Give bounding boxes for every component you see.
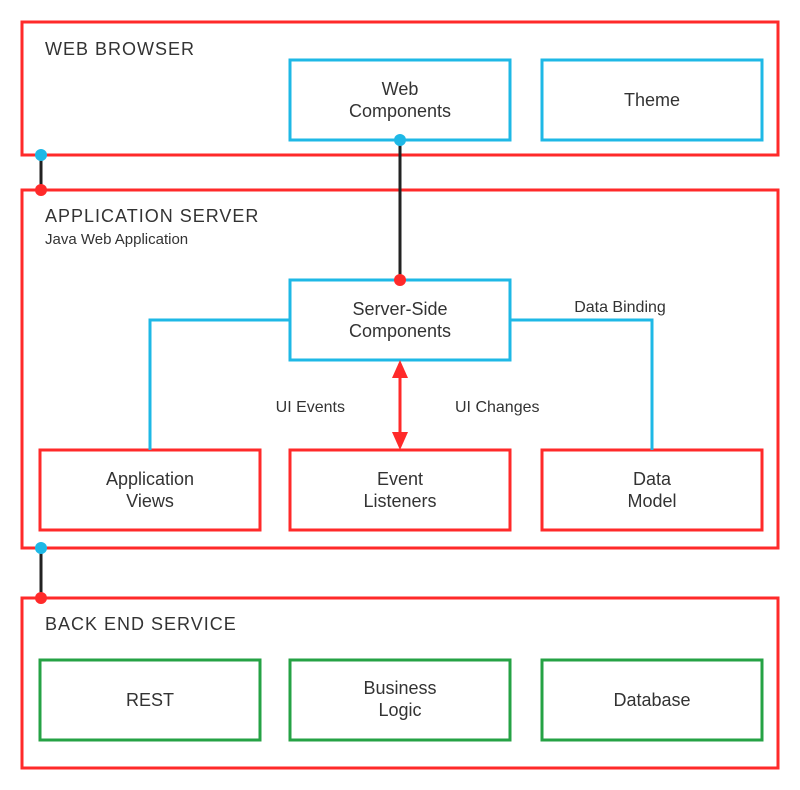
box-rest-label: REST (126, 690, 174, 710)
connector-ssc-to-datamodel (510, 320, 652, 450)
arrowhead-down-icon (392, 432, 408, 450)
box-database-label: Database (613, 690, 690, 710)
box-server-side-components-label-l1: Server-Side (352, 299, 447, 319)
box-data-model (542, 450, 762, 530)
box-web-components-label-l1: Web (382, 79, 419, 99)
edge-label-ui-events: UI Events (276, 399, 345, 416)
box-server-side-components-label-l2: Components (349, 321, 451, 341)
box-business-logic-label-l1: Business (363, 678, 436, 698)
box-application-views-label-l1: Application (106, 469, 194, 489)
box-business-logic-label-l2: Logic (378, 700, 421, 720)
box-application-views-label-l2: Views (126, 491, 174, 511)
box-web-components-label-l2: Components (349, 101, 451, 121)
box-event-listeners-label-l1: Event (377, 469, 423, 489)
endpoint-dot-red-icon (35, 592, 47, 604)
section-web-browser-title: WEB BROWSER (45, 39, 195, 59)
endpoint-dot-blue-icon (35, 542, 47, 554)
box-server-side-components (290, 280, 510, 360)
endpoint-dot-red-icon (35, 184, 47, 196)
box-web-components (290, 60, 510, 140)
connector-ssc-to-views (150, 320, 290, 450)
box-event-listeners-label-l2: Listeners (363, 491, 436, 511)
box-data-model-label-l2: Model (627, 491, 676, 511)
endpoint-dot-red-icon (394, 274, 406, 286)
endpoint-dot-blue-icon (394, 134, 406, 146)
section-application-server-subtitle: Java Web Application (45, 231, 188, 248)
box-data-model-label-l1: Data (633, 469, 672, 489)
arrowhead-up-icon (392, 360, 408, 378)
box-theme-label: Theme (624, 90, 680, 110)
endpoint-dot-blue-icon (35, 149, 47, 161)
edge-label-ui-changes: UI Changes (455, 399, 540, 416)
section-application-server-title: APPLICATION SERVER (45, 206, 259, 226)
box-event-listeners (290, 450, 510, 530)
section-backend-service-title: BACK END SERVICE (45, 614, 237, 634)
box-application-views (40, 450, 260, 530)
edge-label-data-binding: Data Binding (574, 299, 666, 316)
